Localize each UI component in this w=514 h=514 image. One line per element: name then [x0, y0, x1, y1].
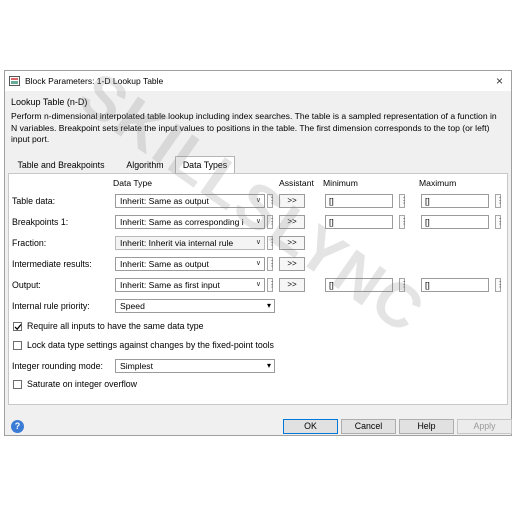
column-header-minimum: Minimum	[323, 178, 358, 188]
table-data-type-menu-icon[interactable]: ⋮	[267, 194, 276, 208]
output-maximum-menu-icon[interactable]: ⋮	[495, 278, 504, 292]
ok-button[interactable]: OK	[283, 419, 338, 434]
table-data-maximum-field[interactable]: []	[421, 194, 489, 208]
caret-down-icon: ▾	[266, 301, 271, 310]
title-bar[interactable]: Block Parameters: 1-D Lookup Table ×	[5, 71, 511, 91]
breakpoints-1-assistant-button[interactable]: >>	[279, 215, 305, 229]
help-button[interactable]: Help	[399, 419, 454, 434]
column-header-data-type: Data Type	[113, 178, 153, 188]
intermediate-results-assistant-button[interactable]: >>	[279, 257, 305, 271]
column-header-maximum: Maximum	[419, 178, 457, 188]
output-maximum-field[interactable]: []	[421, 278, 489, 292]
dropdown-value: Speed	[120, 301, 145, 311]
internal-rule-priority-dropdown[interactable]: Speed ▾	[115, 299, 275, 313]
simulink-block-icon	[9, 76, 20, 86]
fraction-assistant-button[interactable]: >>	[279, 236, 305, 250]
dialog-button-bar: ? OK Cancel Help Apply	[5, 409, 512, 435]
help-icon[interactable]: ?	[11, 420, 24, 433]
chevron-down-icon: ∨	[255, 281, 261, 288]
fraction-type-menu-icon[interactable]: ⋮	[267, 236, 276, 250]
breakpoints-1-type-dropdown[interactable]: Inherit: Same as corresponding i ∨	[115, 215, 265, 229]
block-description: Perform n-dimensional interpolated table…	[11, 111, 497, 144]
breakpoints-1-maximum-field[interactable]: []	[421, 215, 489, 229]
close-icon[interactable]: ×	[496, 74, 503, 88]
lock-data-type-label: Lock data type settings against changes …	[27, 340, 274, 350]
breakpoints-1-minimum-menu-icon[interactable]: ⋮	[399, 215, 408, 229]
intermediate-results-type-dropdown[interactable]: Inherit: Same as output ∨	[115, 257, 265, 271]
table-data-maximum-menu-icon[interactable]: ⋮	[495, 194, 504, 208]
integer-rounding-mode-label: Integer rounding mode:	[12, 361, 103, 371]
apply-button[interactable]: Apply	[457, 419, 512, 434]
output-type-menu-icon[interactable]: ⋮	[267, 278, 276, 292]
require-same-type-checkbox[interactable]	[13, 322, 22, 331]
table-data-minimum-field[interactable]: []	[325, 194, 393, 208]
block-type-label: Lookup Table (n-D)	[11, 97, 88, 107]
output-minimum-field[interactable]: []	[325, 278, 393, 292]
cancel-button[interactable]: Cancel	[341, 419, 396, 434]
table-data-type-dropdown[interactable]: Inherit: Same as output ∨	[115, 194, 265, 208]
dropdown-value: Inherit: Same as corresponding i	[120, 217, 244, 227]
row-label-fraction: Fraction:	[12, 238, 47, 248]
integer-rounding-mode-dropdown[interactable]: Simplest ▾	[115, 359, 275, 373]
table-data-assistant-button[interactable]: >>	[279, 194, 305, 208]
dropdown-value: Inherit: Same as output	[120, 259, 209, 269]
dropdown-value: Simplest	[120, 361, 153, 371]
dropdown-value: Inherit: Same as first input	[120, 280, 220, 290]
require-same-type-label: Require all inputs to have the same data…	[27, 321, 204, 331]
window-title: Block Parameters: 1-D Lookup Table	[25, 76, 164, 86]
row-label-output: Output:	[12, 280, 41, 290]
internal-rule-priority-label: Internal rule priority:	[12, 301, 90, 311]
fraction-type-dropdown[interactable]: Inherit: Inherit via internal rule ∨	[115, 236, 265, 250]
row-label-table-data: Table data:	[12, 196, 56, 206]
row-label-intermediate-results: Intermediate results:	[12, 259, 92, 269]
chevron-down-icon: ∨	[255, 218, 261, 225]
chevron-down-icon: ∨	[255, 260, 261, 267]
caret-down-icon: ▾	[266, 361, 271, 370]
breakpoints-1-maximum-menu-icon[interactable]: ⋮	[495, 215, 504, 229]
chevron-down-icon: ∨	[255, 239, 261, 246]
lock-data-type-checkbox[interactable]	[13, 341, 22, 350]
output-minimum-menu-icon[interactable]: ⋮	[399, 278, 408, 292]
output-assistant-button[interactable]: >>	[279, 278, 305, 292]
output-type-dropdown[interactable]: Inherit: Same as first input ∨	[115, 278, 265, 292]
tab-data-types[interactable]: Data Types	[175, 156, 235, 173]
breakpoints-1-minimum-field[interactable]: []	[325, 215, 393, 229]
intermediate-results-type-menu-icon[interactable]: ⋮	[267, 257, 276, 271]
dropdown-value: Inherit: Inherit via internal rule	[120, 238, 234, 248]
row-label-breakpoints-1: Breakpoints 1:	[12, 217, 69, 227]
table-data-minimum-menu-icon[interactable]: ⋮	[399, 194, 408, 208]
breakpoints-1-type-menu-icon[interactable]: ⋮	[267, 215, 276, 229]
saturate-checkbox[interactable]	[13, 380, 22, 389]
tab-algorithm[interactable]: Algorithm	[117, 157, 173, 173]
checkmark-icon	[14, 324, 22, 331]
data-types-panel: Data Type Assistant Minimum Maximum Tabl…	[8, 173, 508, 405]
block-parameters-dialog: Block Parameters: 1-D Lookup Table × Loo…	[4, 70, 512, 436]
column-header-assistant: Assistant	[279, 178, 314, 188]
dropdown-value: Inherit: Same as output	[120, 196, 209, 206]
tab-table-and-breakpoints[interactable]: Table and Breakpoints	[9, 157, 113, 173]
chevron-down-icon: ∨	[255, 197, 261, 204]
saturate-label: Saturate on integer overflow	[27, 379, 138, 389]
